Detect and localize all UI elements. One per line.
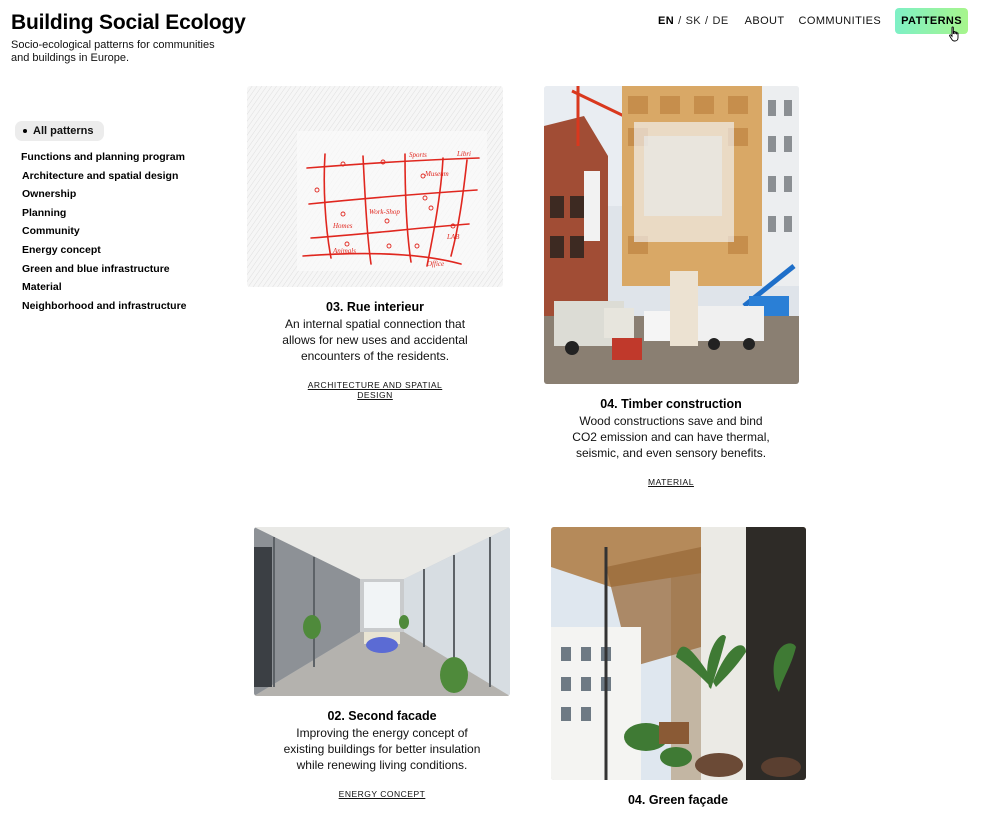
pattern-category-tag[interactable]: MATERIAL (601, 477, 741, 487)
lang-separator: / (678, 15, 682, 27)
filter-material[interactable]: Material (15, 278, 215, 297)
sketch-label: Museum (424, 170, 449, 178)
filter-all-patterns[interactable]: All patterns (15, 121, 104, 141)
pattern-category-tag[interactable]: ARCHITECTURE AND SPATIAL DESIGN (305, 380, 445, 400)
site-subtitle: Socio-ecological patterns for communitie… (11, 39, 215, 64)
filter-functions-planning[interactable]: Functions and planning program (15, 148, 215, 167)
filter-all-label: All patterns (33, 125, 94, 137)
lang-en[interactable]: EN (658, 15, 674, 27)
filter-ownership[interactable]: Ownership (15, 185, 215, 204)
sketch-label: Libri (456, 150, 471, 158)
pattern-category-tag[interactable]: ENERGY CONCEPT (339, 789, 426, 799)
filter-green-blue[interactable]: Green and blue infrastructure (15, 260, 215, 279)
sketch-label: Homes (332, 222, 353, 230)
lang-sk[interactable]: SK (686, 15, 701, 27)
second-facade-photo[interactable] (254, 527, 510, 696)
top-navigation: EN / SK / DE ABOUT COMMUNITIES PATTERNS (658, 8, 968, 34)
pattern-filter-sidebar: All patterns Functions and planning prog… (15, 120, 215, 315)
pattern-description: Wood constructions save and bind CO2 emi… (572, 414, 770, 460)
nav-communities[interactable]: COMMUNITIES (799, 15, 882, 27)
lang-de[interactable]: DE (713, 15, 729, 27)
sketch-label: Animals (332, 247, 356, 255)
pattern-card-rue-interieur[interactable]: Sports Libri Museum Work-Shop Homes Anim… (247, 86, 503, 403)
sketch-label: Office (427, 260, 444, 268)
lang-separator: / (705, 15, 709, 27)
pattern-card-green-facade[interactable]: 04. Green façade (550, 527, 806, 808)
filter-community[interactable]: Community (15, 222, 215, 241)
sketch-label: Work-Shop (369, 208, 400, 216)
pattern-card-second-facade[interactable]: 02. Second facade Improving the energy c… (254, 527, 510, 802)
sketch-label: Sports (409, 151, 427, 159)
sketch-label: LAB (446, 233, 460, 241)
sketch-map-image[interactable]: Sports Libri Museum Work-Shop Homes Anim… (247, 86, 503, 287)
brand: Building Social Ecology Socio-ecological… (11, 10, 246, 65)
filter-neighborhood[interactable]: Neighborhood and infrastructure (15, 297, 215, 316)
filter-architecture-spatial[interactable]: Architecture and spatial design (15, 167, 215, 186)
pattern-description: Improving the energy concept of existing… (283, 726, 481, 772)
pattern-title[interactable]: 04. Timber construction (543, 396, 799, 412)
filter-planning[interactable]: Planning (15, 204, 215, 223)
timber-building-photo[interactable] (543, 86, 799, 384)
green-facade-photo[interactable] (550, 527, 806, 780)
bullet-icon (23, 129, 27, 133)
pattern-title[interactable]: 04. Green façade (550, 792, 806, 808)
pattern-description: An internal spatial connection that allo… (282, 317, 468, 363)
pattern-title[interactable]: 02. Second facade (254, 708, 510, 724)
nav-about[interactable]: ABOUT (745, 15, 785, 27)
language-switcher: EN / SK / DE (658, 15, 729, 27)
pattern-title[interactable]: 03. Rue interieur (247, 299, 503, 315)
hand-cursor-icon (949, 26, 959, 42)
filter-energy-concept[interactable]: Energy concept (15, 241, 215, 260)
site-title[interactable]: Building Social Ecology (11, 10, 246, 36)
pattern-card-timber-construction[interactable]: 04. Timber construction Wood constructio… (543, 86, 799, 490)
